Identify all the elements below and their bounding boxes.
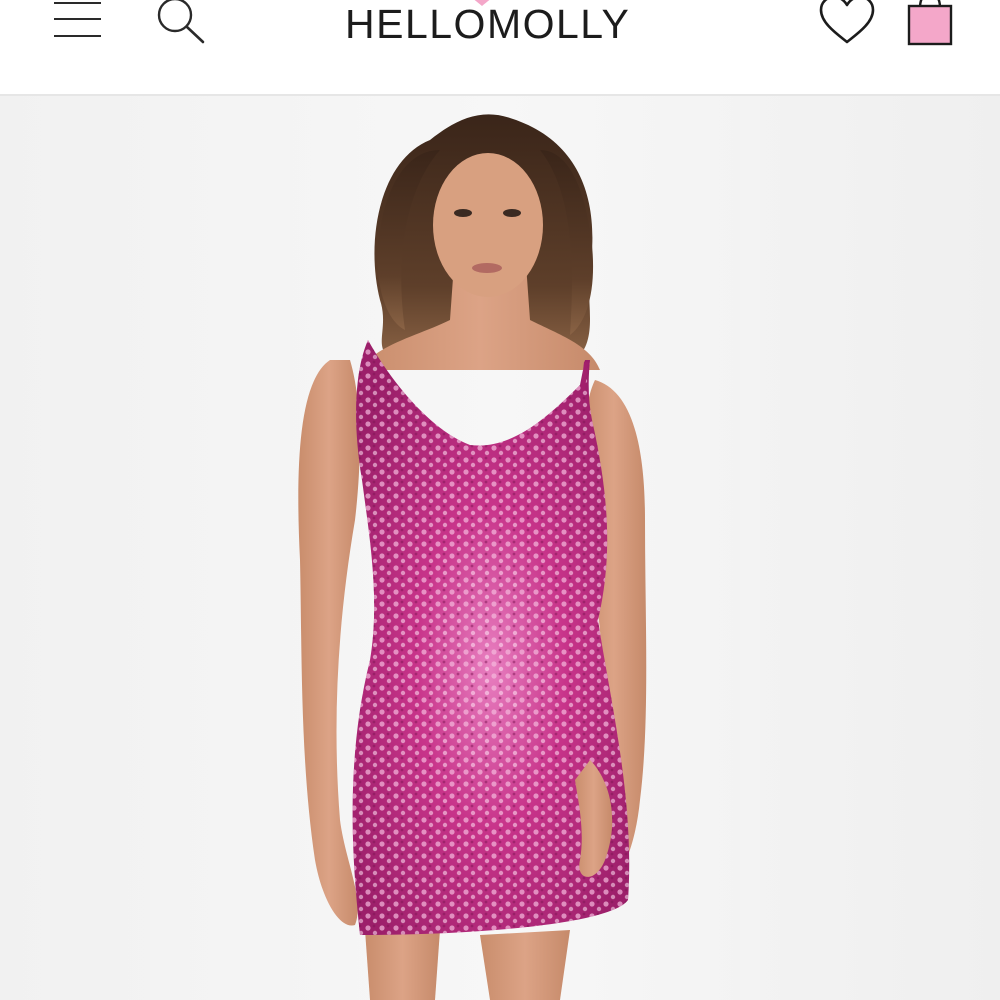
- brand-name: HELLOMOLLY: [345, 1, 631, 47]
- brand-logo[interactable]: HELLOMOLLY: [345, 0, 655, 50]
- shopping-bag-icon: [907, 0, 953, 46]
- app-screen: HELLOMOLLY: [0, 0, 1000, 1000]
- search-button[interactable]: [150, 0, 208, 46]
- cart-button[interactable]: [903, 0, 957, 48]
- heart-outline-icon: [819, 0, 875, 44]
- menu-button[interactable]: [54, 0, 104, 42]
- search-icon: [157, 0, 205, 44]
- site-header: HELLOMOLLY: [0, 0, 1000, 96]
- product-image[interactable]: [0, 96, 1000, 1000]
- model-photo: [298, 114, 647, 1000]
- wishlist-button[interactable]: [815, 0, 879, 46]
